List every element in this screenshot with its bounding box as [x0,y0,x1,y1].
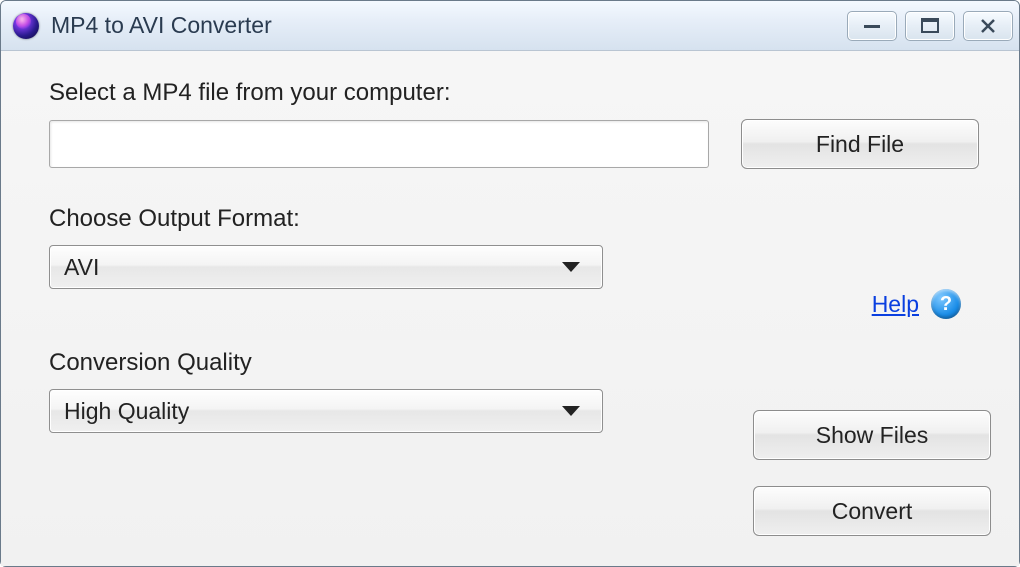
window-title: MP4 to AVI Converter [51,12,272,39]
output-format-label: Choose Output Format: [49,205,991,233]
app-icon [13,13,39,39]
find-file-label: Find File [816,131,904,158]
titlebar: MP4 to AVI Converter [1,1,1019,51]
select-file-label: Select a MP4 file from your computer: [49,79,991,107]
file-row: Find File [49,119,991,169]
close-button[interactable] [963,11,1013,41]
help-block: Help ? [872,289,961,319]
convert-label: Convert [832,498,913,525]
output-format-value: AVI [64,254,99,281]
conversion-quality-label: Conversion Quality [49,349,991,377]
close-icon [979,17,997,35]
quality-value: High Quality [64,398,189,425]
chevron-down-icon [562,262,580,272]
help-icon[interactable]: ? [931,289,961,319]
chevron-down-icon [562,406,580,416]
app-window: MP4 to AVI Converter S [0,0,1020,567]
show-files-label: Show Files [816,422,928,449]
show-files-button[interactable]: Show Files [753,410,991,460]
window-controls [847,11,1013,41]
minimize-button[interactable] [847,11,897,41]
file-path-input[interactable] [49,120,709,168]
output-format-select[interactable]: AVI [49,245,603,289]
action-buttons: Show Files Convert [753,410,991,536]
convert-button[interactable]: Convert [753,486,991,536]
minimize-icon [862,19,882,33]
maximize-button[interactable] [905,11,955,41]
find-file-button[interactable]: Find File [741,119,979,169]
help-link[interactable]: Help [872,291,919,318]
maximize-icon [921,18,939,34]
client-area: Select a MP4 file from your computer: Fi… [1,51,1019,566]
quality-select[interactable]: High Quality [49,389,603,433]
